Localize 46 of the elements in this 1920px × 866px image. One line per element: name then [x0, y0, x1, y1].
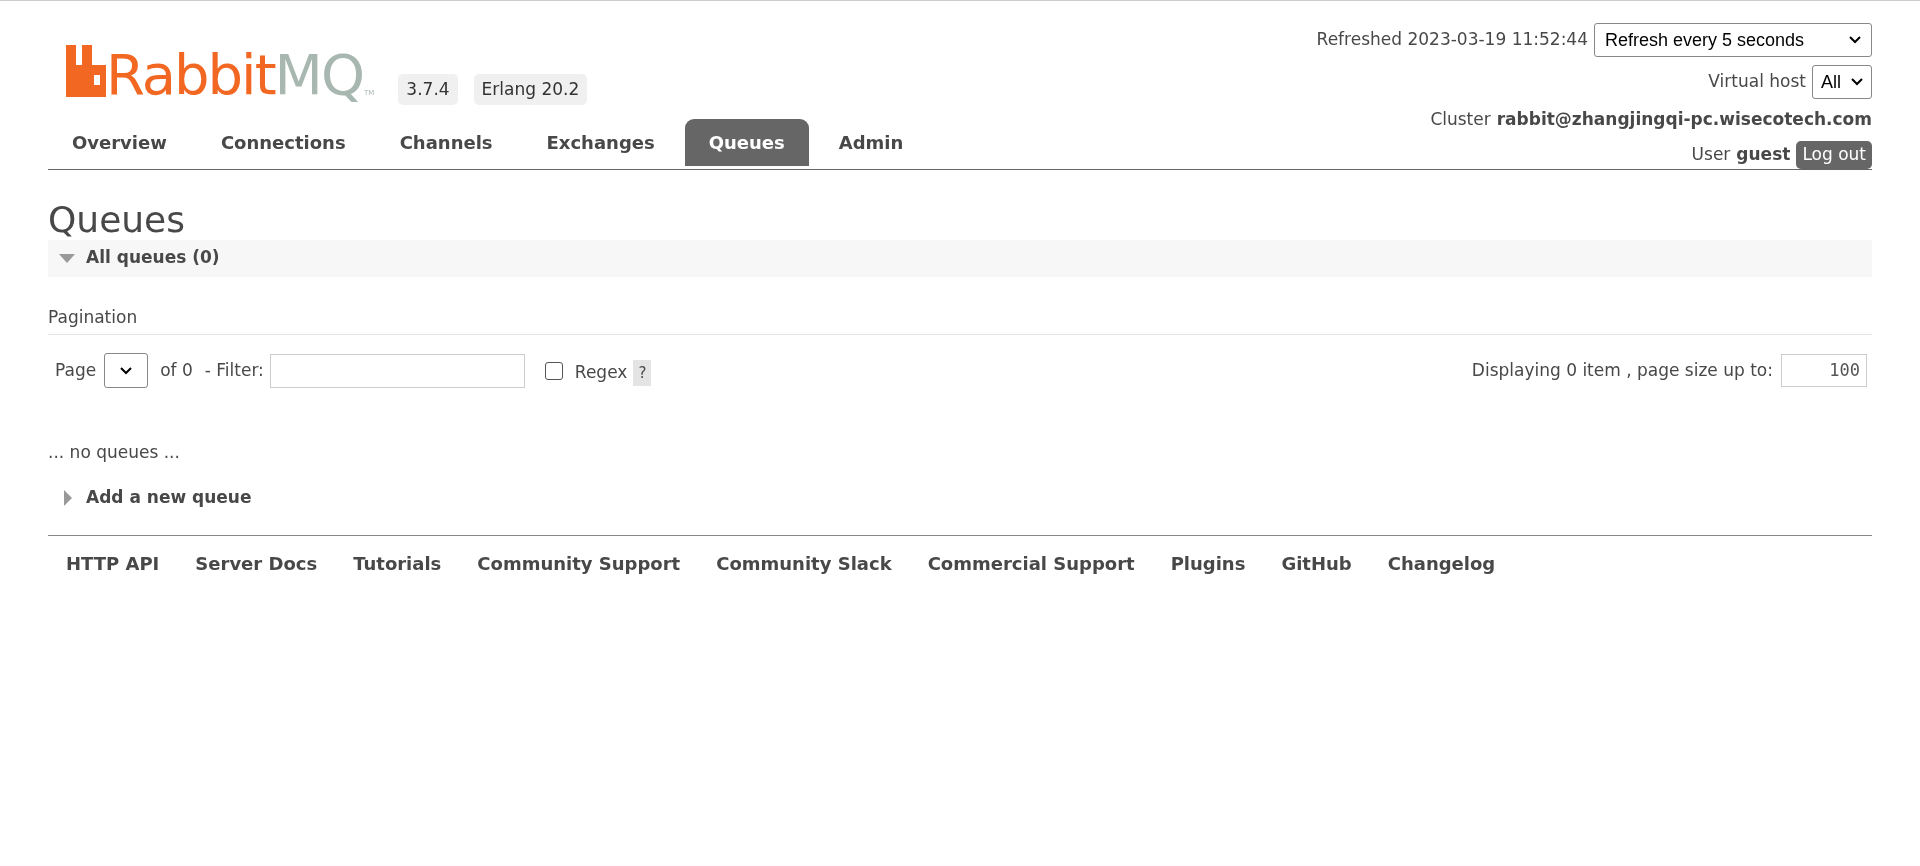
chevron-down-icon	[120, 366, 133, 375]
empty-message: ... no queues ...	[48, 442, 180, 462]
chevron-down-icon	[1851, 78, 1863, 86]
chevron-down-icon	[1849, 36, 1861, 44]
filter-field[interactable]	[269, 353, 525, 388]
footer-link[interactable]: Changelog	[1387, 549, 1496, 577]
virtual-host-select[interactable]: All	[1812, 65, 1872, 99]
virtual-host-label: Virtual host	[1708, 70, 1806, 94]
footer-link[interactable]: Community Slack	[716, 549, 892, 577]
footer-link[interactable]: Community Support	[477, 549, 681, 577]
footer-link[interactable]: Commercial Support	[927, 549, 1135, 577]
pagination-title: Pagination	[48, 306, 138, 327]
refreshed-label: Refreshed 2023-03-19 11:52:44	[1316, 28, 1588, 52]
user-label: User	[1691, 142, 1731, 166]
nav-tab[interactable]: Exchanges	[522, 119, 679, 166]
footer-link[interactable]: Plugins	[1170, 549, 1246, 577]
footer-link[interactable]: HTTP API	[66, 549, 160, 577]
logo-text: Rabbit	[106, 49, 275, 101]
nav-tab[interactable]: Admin	[814, 119, 928, 166]
refresh-select[interactable]: Refresh every 5 seconds	[1594, 23, 1872, 57]
help-button[interactable]: ?	[633, 359, 652, 386]
nav-tab[interactable]: Queues	[684, 119, 809, 166]
footer-link[interactable]: Server Docs	[195, 549, 318, 577]
regex-checkbox[interactable]	[544, 361, 563, 380]
section-header[interactable]: All queues (0)	[48, 239, 1872, 277]
nav-tab[interactable]: Channels	[375, 119, 517, 166]
displaying-label: Displaying 0 item , page size up to:	[1471, 358, 1773, 382]
user-name: guest	[1736, 142, 1791, 166]
section-header[interactable]: Add a new queue	[48, 479, 1872, 517]
nav-tab[interactable]: Connections	[196, 119, 370, 166]
page-size-field[interactable]: 100	[1781, 354, 1867, 387]
regex-label: Regex	[574, 360, 628, 384]
logo-icon	[66, 45, 106, 97]
page-select[interactable]	[104, 353, 149, 388]
filter-label: - Filter:	[204, 358, 264, 382]
logout-button[interactable]: Log out	[1796, 140, 1872, 169]
page-title: Queues	[48, 199, 187, 240]
version-badge: Erlang 20.2	[473, 73, 588, 105]
nav-tab[interactable]: Overview	[48, 119, 191, 166]
footer-link[interactable]: GitHub	[1281, 549, 1352, 577]
page-count: of 0	[160, 358, 193, 382]
cluster-label: Cluster	[1430, 108, 1491, 131]
footer-link[interactable]: Tutorials	[353, 549, 442, 577]
page-label: Page	[55, 358, 97, 382]
version-badge: 3.7.4	[398, 73, 458, 105]
cluster-name: rabbit@zhangjingqi-pc.wisecotech.com	[1496, 108, 1872, 131]
